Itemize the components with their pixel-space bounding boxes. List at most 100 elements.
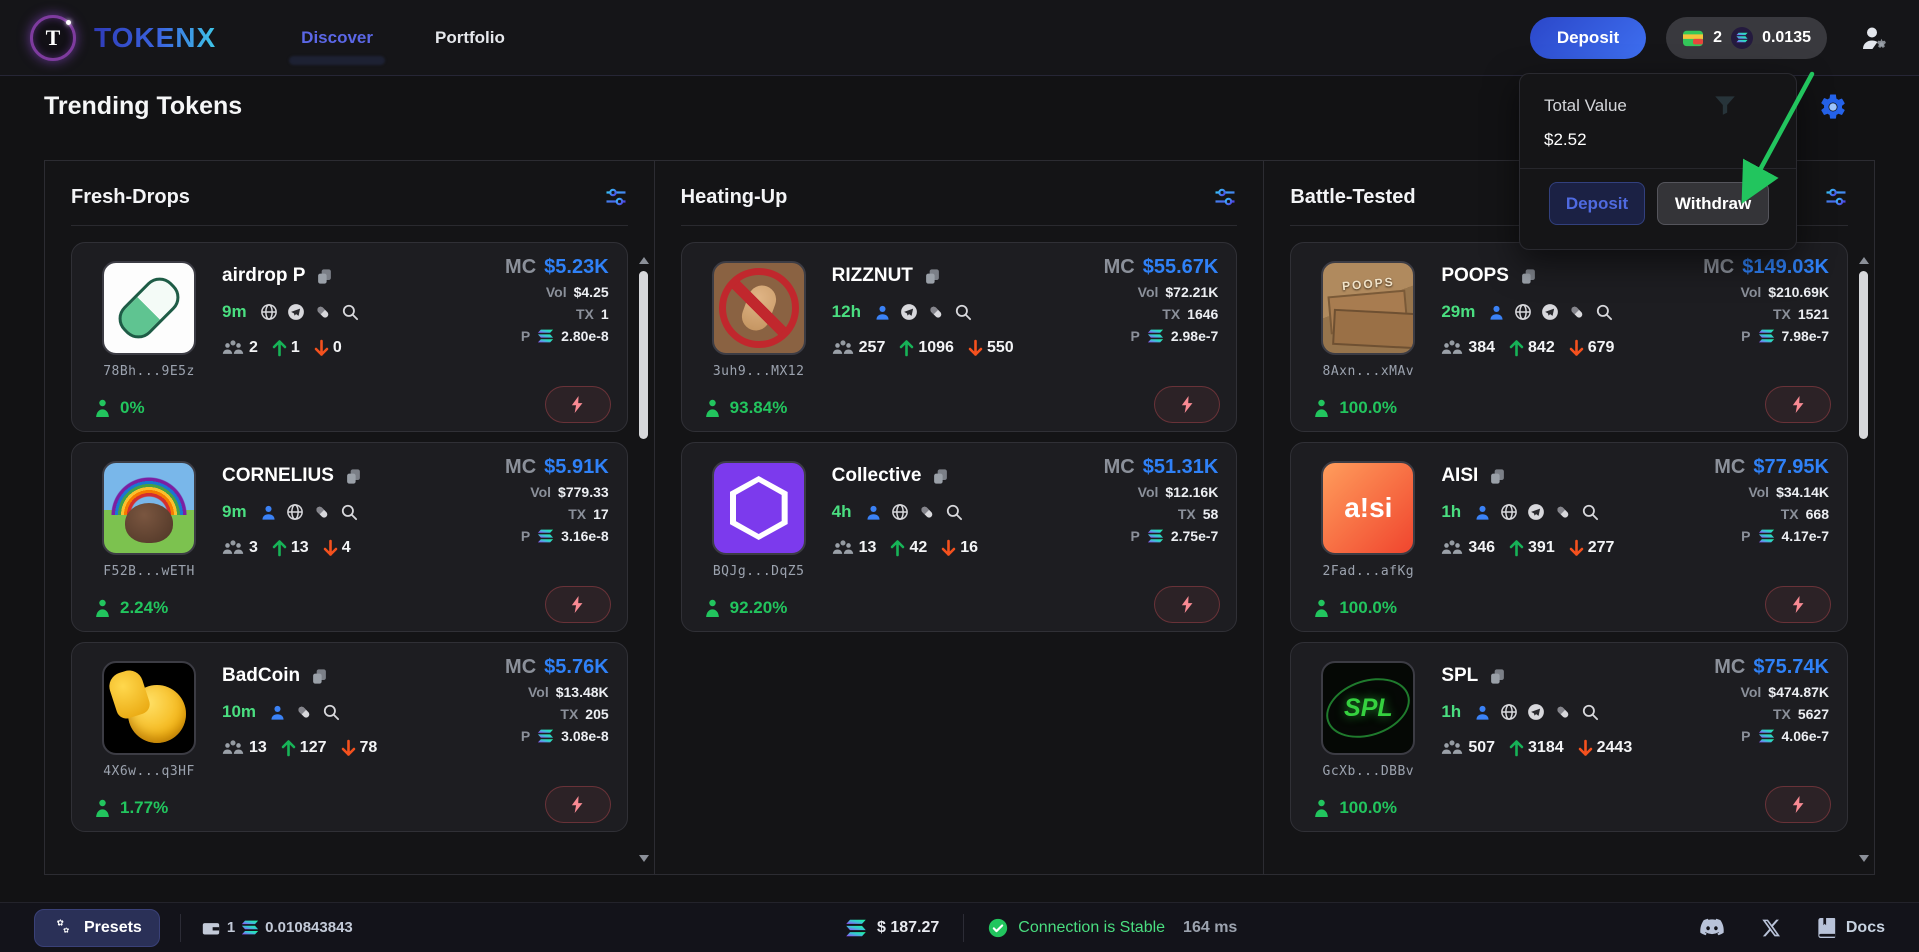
person-icon[interactable] — [1488, 304, 1505, 321]
column-filter-sliders-icon[interactable] — [1824, 185, 1848, 209]
book-icon — [1817, 917, 1837, 939]
column-filter-sliders-icon[interactable] — [604, 185, 628, 209]
x-twitter-icon[interactable] — [1761, 918, 1781, 938]
token-card[interactable]: 4X6w...q3HF BadCoin 10m 13 — [71, 642, 628, 832]
telegram-icon[interactable] — [1527, 503, 1545, 521]
wallet-summary[interactable]: 2 0.0135 — [1666, 17, 1827, 59]
person-icon[interactable] — [269, 704, 286, 721]
holder-count: 13 — [859, 539, 877, 557]
pill-icon[interactable] — [1554, 703, 1572, 721]
person-icon[interactable] — [865, 504, 882, 521]
telegram-icon[interactable] — [1541, 303, 1559, 321]
token-card[interactable]: BQJg...DqZ5 Collective 4h 13 — [681, 442, 1238, 632]
telegram-icon[interactable] — [287, 303, 305, 321]
pill-icon[interactable] — [1554, 503, 1572, 521]
dropdown-withdraw-button[interactable]: Withdraw — [1657, 182, 1769, 225]
pill-icon[interactable] — [295, 703, 313, 721]
copy-icon[interactable] — [311, 668, 328, 685]
person-icon[interactable] — [1474, 504, 1491, 521]
copy-icon[interactable] — [1520, 268, 1537, 285]
search-icon[interactable] — [1581, 703, 1599, 721]
person-icon[interactable] — [874, 304, 891, 321]
person-icon[interactable] — [1474, 704, 1491, 721]
globe-icon[interactable] — [1500, 703, 1518, 721]
column-scrollbar[interactable] — [638, 257, 650, 862]
scrollbar-thumb[interactable] — [639, 271, 648, 439]
scrollbar-thumb[interactable] — [1859, 271, 1868, 439]
telegram-icon[interactable] — [1527, 703, 1545, 721]
footer-wallet-summary[interactable]: 1 0.010843843 — [201, 919, 353, 937]
globe-icon[interactable] — [1514, 303, 1532, 321]
pill-icon[interactable] — [1568, 303, 1586, 321]
token-address[interactable]: 4X6w...q3HF — [94, 764, 204, 779]
person-icon[interactable] — [260, 504, 277, 521]
p-value: 4.17e-7 — [1782, 527, 1829, 545]
deposit-button[interactable]: Deposit — [1530, 17, 1646, 59]
token-card[interactable]: SPL GcXb...DBBv SPL 1h 507 — [1290, 642, 1848, 832]
dropdown-deposit-button[interactable]: Deposit — [1549, 182, 1645, 225]
copy-icon[interactable] — [345, 468, 362, 485]
quick-buy-button[interactable] — [1765, 586, 1831, 623]
search-icon[interactable] — [1595, 303, 1613, 321]
vol-value: $12.16K — [1165, 483, 1218, 501]
tab-portfolio[interactable]: Portfolio — [435, 28, 505, 48]
quick-buy-button[interactable] — [1765, 786, 1831, 823]
quick-buy-button[interactable] — [1765, 386, 1831, 423]
presets-button[interactable]: Presets — [34, 909, 160, 947]
docs-link[interactable]: Docs — [1817, 917, 1885, 939]
copy-icon[interactable] — [1489, 668, 1506, 685]
copy-icon[interactable] — [924, 268, 941, 285]
pill-icon[interactable] — [313, 503, 331, 521]
copy-icon[interactable] — [1489, 468, 1506, 485]
token-address[interactable]: 3uh9...MX12 — [704, 364, 814, 379]
globe-icon[interactable] — [260, 303, 278, 321]
telegram-icon[interactable] — [900, 303, 918, 321]
scroll-down-arrow[interactable] — [639, 855, 649, 862]
token-card[interactable]: 3uh9...MX12 RIZZNUT 12h 257 — [681, 242, 1238, 432]
quick-buy-button[interactable] — [1154, 586, 1220, 623]
copy-icon[interactable] — [316, 268, 333, 285]
column-filter-sliders-icon[interactable] — [1213, 185, 1237, 209]
pill-icon[interactable] — [314, 303, 332, 321]
quick-buy-button[interactable] — [545, 586, 611, 623]
pill-icon[interactable] — [927, 303, 945, 321]
settings-gear-icon[interactable] — [1818, 92, 1848, 122]
app-logo[interactable]: T — [30, 15, 76, 61]
quick-buy-button[interactable] — [1154, 386, 1220, 423]
copy-icon[interactable] — [932, 468, 949, 485]
quick-buy-button[interactable] — [545, 786, 611, 823]
token-address[interactable]: 2Fad...afKg — [1313, 564, 1423, 579]
token-name: RIZZNUT — [832, 265, 913, 287]
token-card[interactable]: POOPS 8Axn...xMAv POOPS 29m 384 — [1290, 242, 1848, 432]
pill-icon[interactable] — [918, 503, 936, 521]
token-address[interactable]: 78Bh...9E5z — [94, 364, 204, 379]
tab-discover[interactable]: Discover — [301, 28, 373, 48]
search-icon[interactable] — [954, 303, 972, 321]
globe-icon[interactable] — [1500, 503, 1518, 521]
user-settings-icon[interactable] — [1861, 25, 1889, 51]
token-address[interactable]: F52B...wETH — [94, 564, 204, 579]
search-icon[interactable] — [1581, 503, 1599, 521]
search-icon[interactable] — [340, 503, 358, 521]
scroll-up-arrow[interactable] — [639, 257, 649, 264]
token-card[interactable]: 78Bh...9E5z airdrop P 9m 2 — [71, 242, 628, 432]
logo-letter: T — [46, 25, 61, 51]
search-icon[interactable] — [945, 503, 963, 521]
token-card[interactable]: a!si 2Fad...afKg AISI 1h 346 — [1290, 442, 1848, 632]
mc-value: $51.31K — [1143, 456, 1219, 478]
search-icon[interactable] — [341, 303, 359, 321]
wallet-balance: 0.0135 — [1762, 29, 1811, 47]
globe-icon[interactable] — [286, 503, 304, 521]
tab-portfolio-label: Portfolio — [435, 28, 505, 47]
scroll-up-arrow[interactable] — [1859, 257, 1869, 264]
discord-icon[interactable] — [1699, 918, 1725, 938]
token-address[interactable]: GcXb...DBBv — [1313, 764, 1423, 779]
token-card[interactable]: F52B...wETH CORNELIUS 9m 3 — [71, 442, 628, 632]
column-scrollbar[interactable] — [1858, 257, 1870, 862]
token-address[interactable]: 8Axn...xMAv — [1313, 364, 1423, 379]
token-address[interactable]: BQJg...DqZ5 — [704, 564, 814, 579]
quick-buy-button[interactable] — [545, 386, 611, 423]
search-icon[interactable] — [322, 703, 340, 721]
scroll-down-arrow[interactable] — [1859, 855, 1869, 862]
globe-icon[interactable] — [891, 503, 909, 521]
